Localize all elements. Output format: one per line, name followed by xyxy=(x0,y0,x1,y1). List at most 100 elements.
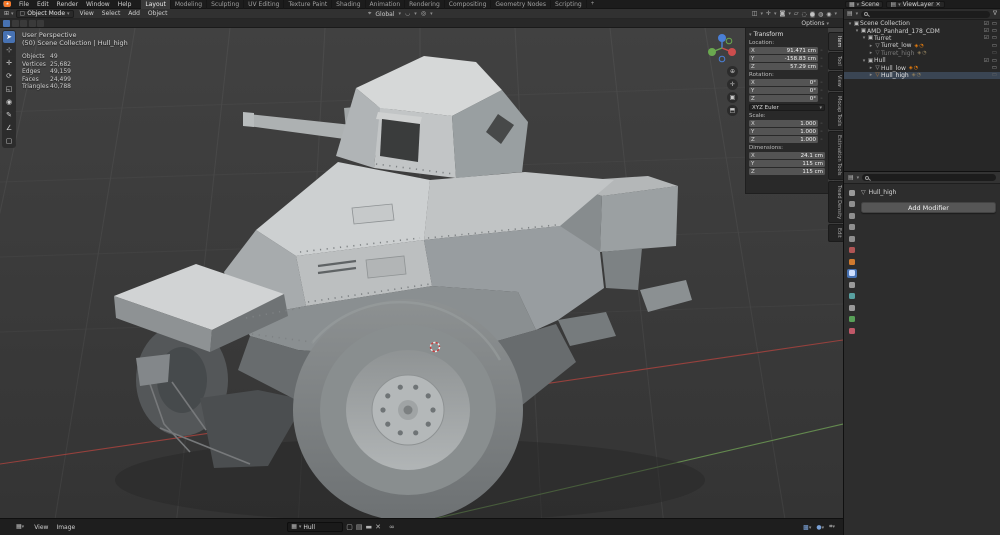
image-menu-image[interactable]: Image xyxy=(52,519,79,535)
sidebar-tab-estimation-tools[interactable]: Estimation Tools xyxy=(828,131,843,180)
workspace-tab-rendering[interactable]: Rendering xyxy=(405,0,445,9)
exclude-checkbox-icon[interactable]: ☑ xyxy=(984,21,989,27)
image-datablock-selector[interactable]: ▦ ▾ Hull xyxy=(287,522,344,532)
select-box-tool-icon[interactable]: ➤ xyxy=(3,31,15,43)
lock-icon[interactable]: ◦ xyxy=(818,64,825,70)
snap-magnet-icon[interactable]: ◡ xyxy=(405,9,410,19)
workspace-tab-geometry-nodes[interactable]: Geometry Nodes xyxy=(491,0,552,9)
disable-in-viewport-icon[interactable]: ▭ xyxy=(992,50,997,56)
add-workspace-button[interactable]: + xyxy=(587,0,599,9)
transform-panel-header[interactable]: ▾ Transform xyxy=(749,31,825,38)
lock-icon[interactable]: ◦ xyxy=(818,121,825,127)
lock-icon[interactable]: ◦ xyxy=(818,56,825,62)
tool-mode-extend-icon[interactable] xyxy=(11,19,19,27)
menu-edit[interactable]: Edit xyxy=(33,0,53,9)
navigation-gizmo[interactable] xyxy=(706,32,738,66)
transform-tool-icon[interactable]: ◉ xyxy=(3,96,15,108)
object-visibility-icon[interactable]: ◫ xyxy=(752,9,758,19)
sidebar-tab-mocap-tools[interactable]: Mocap Tools xyxy=(828,91,843,131)
snap-settings-icon[interactable]: ⌗▾ xyxy=(829,523,835,531)
viewport-3d[interactable]: ➤ ⊹ ✛ ⟳ ◱ ◉ ✎ ∠ ▢ User Perspective (50) Scene Co… xyxy=(0,28,843,518)
add-cube-tool-icon[interactable]: ▢ xyxy=(3,135,15,147)
disable-in-viewport-icon[interactable]: ▭ xyxy=(992,72,997,78)
disable-in-viewport-icon[interactable]: ▭ xyxy=(992,58,997,64)
disable-in-viewport-icon[interactable]: ▭ xyxy=(992,21,997,27)
viewport-menu-object[interactable]: Object xyxy=(144,9,172,18)
lock-icon[interactable]: ◦ xyxy=(818,96,825,102)
annotate-tool-icon[interactable]: ✎ xyxy=(3,109,15,121)
shading-rendered-icon[interactable]: ◉ xyxy=(826,11,831,18)
sidebar-tab-edit[interactable]: Edit xyxy=(828,224,843,242)
workspace-tab-modeling[interactable]: Modeling xyxy=(171,0,208,9)
exclude-checkbox-icon[interactable]: ☑ xyxy=(984,35,989,41)
orientation-label[interactable]: Global xyxy=(375,11,394,18)
lock-icon[interactable]: ◦ xyxy=(818,88,825,94)
viewport-menu-select[interactable]: Select xyxy=(98,9,125,18)
mode-selector[interactable]: ▢ Object Mode ▾ xyxy=(15,9,74,18)
pan-hand-icon[interactable]: ✛ xyxy=(727,79,738,90)
menu-file[interactable]: File xyxy=(15,0,33,9)
dimensions-y-field[interactable]: Y 115 cm xyxy=(749,160,825,167)
menu-window[interactable]: Window xyxy=(82,0,114,9)
properties-tab-constraints[interactable] xyxy=(847,303,857,312)
move-tool-icon[interactable]: ✛ xyxy=(3,57,15,69)
properties-tab-physics[interactable] xyxy=(847,292,857,301)
lock-icon[interactable]: ◦ xyxy=(818,48,825,54)
shading-solid-icon[interactable]: ● xyxy=(809,10,815,18)
outliner-search-input[interactable] xyxy=(861,10,990,18)
outliner-editor-type-icon[interactable]: ▤ xyxy=(847,9,853,19)
shading-wireframe-icon[interactable]: ◌ xyxy=(801,11,806,18)
new-image-button[interactable]: ▢ xyxy=(346,523,353,531)
outliner-row-turret_low[interactable]: ▸ ▽ Turret_low ◈◔ ▭ xyxy=(844,42,1000,49)
outliner-row-hull_high[interactable]: ▸ ▽ Hull_high ◈◔ ▭ xyxy=(844,71,1000,80)
properties-tab-render[interactable] xyxy=(847,200,857,209)
tool-mode-intersect-icon[interactable] xyxy=(37,19,44,27)
location-y-field[interactable]: Y -158.83 cm xyxy=(749,55,818,62)
tool-mode-invert-icon[interactable] xyxy=(28,19,36,27)
workspace-tab-uv-editing[interactable]: UV Editing xyxy=(244,0,285,9)
outliner-row-scene collection[interactable]: ▾ ▣ Scene Collection ☑ ▭ xyxy=(844,20,1000,27)
viewport-menu-view[interactable]: View xyxy=(76,9,98,18)
rotation-y-field[interactable]: Y 0° xyxy=(749,87,818,94)
measure-tool-icon[interactable]: ∠ xyxy=(3,122,15,134)
viewport-menu-add[interactable]: Add xyxy=(124,9,144,18)
cursor-tool-icon[interactable]: ⊹ xyxy=(3,44,15,56)
properties-tab-tool[interactable] xyxy=(847,188,857,197)
outliner-row-turret[interactable]: ▾ ▣ Turret ☑ ▭ xyxy=(844,35,1000,42)
unlink-image-button[interactable]: ✕ xyxy=(375,523,381,531)
tool-mode-set-icon[interactable] xyxy=(3,19,10,27)
properties-tab-material[interactable] xyxy=(847,326,857,335)
image-menu-view[interactable]: View xyxy=(30,519,52,535)
gizmos-toggle-icon[interactable]: ✛ xyxy=(766,9,771,19)
rotation-z-field[interactable]: Z 0° xyxy=(749,95,818,102)
breadcrumb-object-name[interactable]: Hull_high xyxy=(869,189,897,196)
scale-x-field[interactable]: X 1.000 xyxy=(749,120,818,127)
sidebar-tab-tread-density[interactable]: Tread Density xyxy=(828,180,843,223)
properties-tab-world[interactable] xyxy=(847,246,857,255)
disable-in-viewport-icon[interactable]: ▭ xyxy=(992,43,997,49)
lock-icon[interactable]: ◦ xyxy=(818,137,825,143)
lock-icon[interactable]: ◦ xyxy=(818,129,825,135)
filter-icon[interactable]: ∇ xyxy=(993,9,997,19)
scale-y-field[interactable]: Y 1.000 xyxy=(749,128,818,135)
tool-mode-subtract-icon[interactable] xyxy=(20,19,27,27)
workspace-tab-shading[interactable]: Shading xyxy=(332,0,366,9)
lock-icon[interactable]: ◦ xyxy=(818,80,825,86)
camera-view-icon[interactable]: ▣ xyxy=(727,92,738,103)
rotation-mode-dropdown[interactable]: XYZ Euler ▾ xyxy=(749,104,825,111)
add-modifier-button[interactable]: Add Modifier xyxy=(861,202,996,213)
dimensions-z-field[interactable]: Z 115 cm xyxy=(749,168,825,175)
menu-help[interactable]: Help xyxy=(114,0,136,9)
workspace-tab-animation[interactable]: Animation xyxy=(366,0,406,9)
properties-tab-modifiers[interactable] xyxy=(846,268,857,278)
properties-tab-object-data[interactable] xyxy=(847,315,857,324)
open-image-button[interactable]: ▬ xyxy=(365,523,372,531)
xray-toggle-icon[interactable]: ▱ xyxy=(794,9,799,19)
exclude-checkbox-icon[interactable]: ☑ xyxy=(984,28,989,34)
scene-selector[interactable]: ▦ ▾ Scene xyxy=(845,1,884,8)
view-layer-selector[interactable]: ▤ ▾ ViewLayer ✕ xyxy=(886,1,945,8)
workspace-tab-scripting[interactable]: Scripting xyxy=(551,0,587,9)
outliner-row-hull[interactable]: ▾ ▣ Hull ☑ ▭ xyxy=(844,57,1000,64)
location-x-field[interactable]: X 91.471 cm xyxy=(749,47,818,54)
workspace-tab-compositing[interactable]: Compositing xyxy=(445,0,492,9)
